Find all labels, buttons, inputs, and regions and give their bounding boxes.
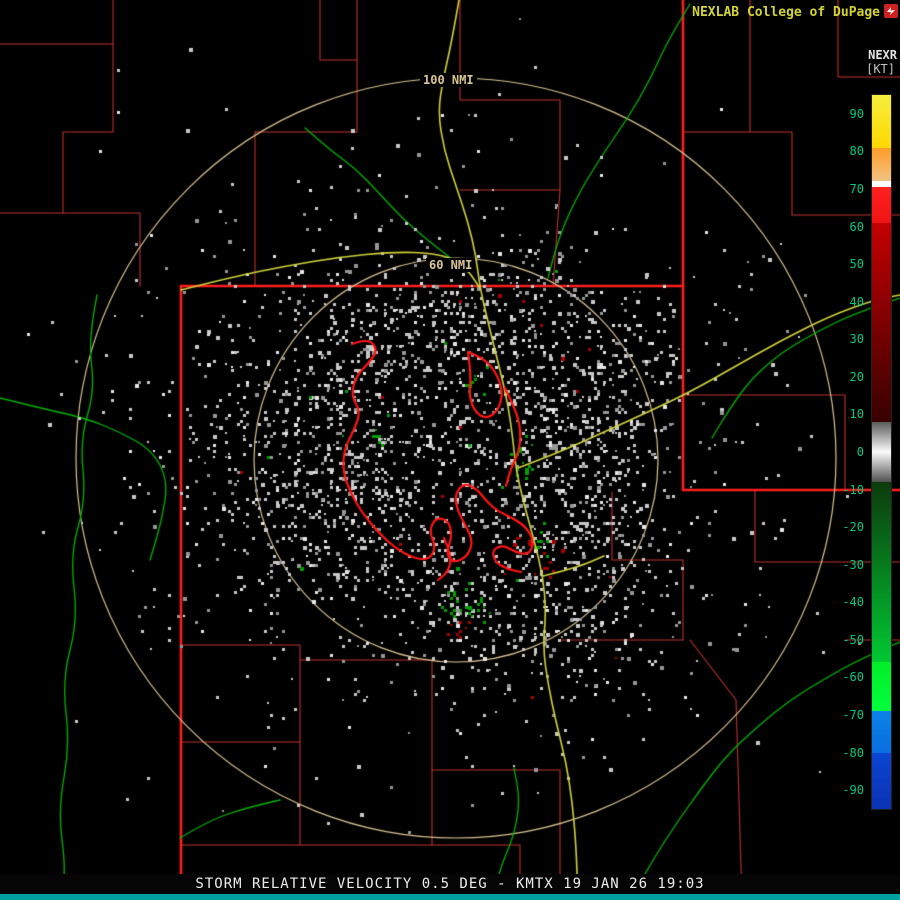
color-scale-tick-label: -70 [842,708,864,723]
color-scale-tick-label: -50 [842,632,864,647]
status-bar: STORM RELATIVE VELOCITY 0.5 DEG - KMTX 1… [0,874,900,894]
color-scale-tick-label: -10 [842,482,864,497]
color-scale-bar [871,94,892,810]
status-text: STORM RELATIVE VELOCITY 0.5 DEG - KMTX 1… [195,876,705,892]
range-ring-label-60nmi: 60 NMI [426,258,476,272]
color-scale-tick-label: 50 [849,257,864,272]
color-scale-tick-label: 20 [849,369,864,384]
color-scale-tick-label: 30 [849,332,864,347]
range-ring-label-100nmi: 100 NMI [420,73,477,87]
color-scale-tick-label: -60 [842,670,864,685]
color-scale-segment [872,711,891,753]
color-scale-tick-label: 10 [849,407,864,422]
color-scale-tick-label: -90 [842,783,864,798]
bottom-accent-strip [0,894,900,900]
radar-screen: 100 NMI 60 NMI NEXLAB College of DuPage … [0,0,900,900]
color-scale-segment [872,452,891,483]
color-scale-tick-label: -40 [842,595,864,610]
color-scale-segment [872,95,891,148]
brand-text: NEXLAB College of DuPage [692,5,880,20]
colorbar-title: NEXR [868,48,897,62]
color-scale-segment [872,147,891,182]
color-scale-tick-label: -20 [842,520,864,535]
color-scale-tick-label: -30 [842,557,864,572]
color-scale-segment [872,421,891,452]
color-scale-tick-label: -80 [842,745,864,760]
colorbar-units: [KT] [866,62,895,76]
color-scale-tick-label: 80 [849,144,864,159]
color-scale-segment [872,222,891,422]
color-scale-tick-label: 70 [849,181,864,196]
cod-logo-icon [884,3,898,18]
color-scale-segment [872,482,891,663]
color-scale-tick-label: 90 [849,106,864,121]
color-scale-tick-label: 40 [849,294,864,309]
color-scale-tick-label: 0 [856,445,864,459]
color-scale-segment [872,752,891,809]
color-scale-segment [872,662,891,712]
radar-map-canvas [0,0,900,900]
color-scale-segment [872,187,891,223]
color-scale-tick-label: 60 [849,219,864,234]
